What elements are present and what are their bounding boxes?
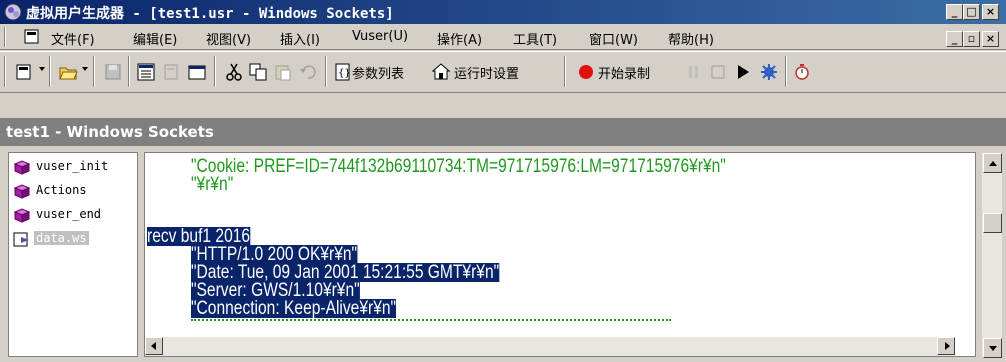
separator	[128, 56, 130, 87]
cube-icon	[13, 208, 31, 223]
scroll-left-button[interactable]	[145, 337, 163, 355]
parameter-list-icon[interactable]: {}	[333, 62, 353, 82]
tree-item-label: Actions	[36, 183, 87, 197]
window-icon[interactable]	[187, 62, 207, 82]
doc-icon	[24, 29, 39, 44]
data-file-icon	[13, 232, 29, 247]
tree-item-label: data.ws	[34, 231, 89, 245]
runtime-settings-button[interactable]: 运行时设置	[454, 63, 519, 82]
play-icon[interactable]	[733, 62, 753, 82]
close-button[interactable]: ×	[982, 4, 999, 20]
open-folder-icon[interactable]	[58, 62, 78, 82]
undo-icon[interactable]	[298, 62, 318, 82]
scroll-right-button[interactable]	[937, 337, 955, 355]
separator	[564, 56, 566, 87]
mdi-restore-button[interactable]: ▫	[963, 31, 980, 47]
menu-view[interactable]: 视图(V)	[206, 29, 251, 48]
mdi-minimize-button[interactable]: _	[946, 31, 963, 47]
script-view-icon[interactable]	[161, 62, 181, 82]
horizontal-scrollbar[interactable]	[145, 337, 955, 356]
toolbar: {} 参数列表 运行时设置 开始录制	[0, 51, 1006, 93]
parameter-list-button[interactable]: 参数列表	[352, 63, 404, 82]
script-tree: vuser_init Actions vuser_end data.ws	[8, 152, 138, 357]
runtime-settings-icon[interactable]	[431, 62, 451, 82]
clipped-code-line	[191, 319, 671, 327]
cut-icon[interactable]	[224, 62, 244, 82]
menu-file[interactable]: 文件(F)	[51, 29, 95, 48]
menu-insert[interactable]: 插入(I)	[280, 29, 320, 48]
menu-help[interactable]: 帮助(H)	[668, 29, 714, 48]
vertical-scrollbar[interactable]	[982, 153, 1002, 358]
copy-icon[interactable]	[248, 62, 268, 82]
arrow-right-icon	[945, 342, 950, 350]
cube-icon	[13, 160, 31, 175]
minimize-button[interactable]: _	[946, 4, 963, 20]
scroll-up-button[interactable]	[983, 153, 1002, 173]
scroll-down-button[interactable]	[983, 338, 1002, 358]
start-recording-button[interactable]: 开始录制	[598, 63, 650, 82]
arrow-down-icon	[989, 346, 997, 351]
separator	[214, 56, 216, 87]
arrow-left-icon	[151, 342, 156, 350]
svg-text:{}: {}	[338, 68, 351, 79]
stop-icon[interactable]	[708, 62, 728, 82]
tree-item-label: vuser_init	[36, 159, 109, 173]
tree-view-icon[interactable]	[136, 62, 156, 82]
menu-window[interactable]: 窗口(W)	[589, 29, 638, 48]
pause-icon[interactable]	[684, 62, 704, 82]
separator	[325, 56, 327, 87]
menu-actions[interactable]: 操作(A)	[437, 29, 482, 48]
arrow-up-icon	[989, 161, 997, 166]
tree-item-label: vuser_end	[36, 207, 102, 221]
record-icon[interactable]	[576, 62, 596, 82]
window-title: 虚拟用户生成器 - [test1.usr - Windows Sockets]	[26, 6, 394, 22]
cube-icon	[13, 184, 31, 199]
paste-icon[interactable]	[273, 62, 293, 82]
stopwatch-icon[interactable]	[792, 62, 812, 82]
menu-vuser[interactable]: Vuser(U)	[352, 29, 408, 44]
new-script-icon[interactable]	[14, 62, 34, 82]
chevron-down-icon[interactable]	[82, 67, 88, 71]
code-line: "Cookie: PREF=ID=744f132b69110734:TM=971…	[191, 156, 726, 177]
separator	[785, 56, 787, 87]
code-line-selected: "Connection: Keep-Alive¥r¥n"	[191, 298, 397, 319]
compile-icon[interactable]	[759, 62, 779, 82]
save-icon[interactable]	[103, 62, 123, 82]
title-bar[interactable]: 虚拟用户生成器 - [test1.usr - Windows Sockets] …	[0, 0, 1006, 24]
app-icon	[4, 3, 22, 21]
code-line: "¥r¥n"	[191, 174, 234, 195]
grip	[4, 27, 6, 47]
pane-header: test1 - Windows Sockets	[0, 118, 1006, 146]
separator	[93, 56, 95, 87]
menu-bar: 文件(F) 编辑(E) 视图(V) 插入(I) Vuser(U) 操作(A) 工…	[0, 25, 1006, 50]
menu-tools[interactable]: 工具(T)	[513, 29, 557, 48]
chevron-down-icon[interactable]	[39, 67, 45, 71]
separator	[49, 56, 51, 87]
pane-title: test1 - Windows Sockets	[6, 123, 214, 141]
menu-edit[interactable]: 编辑(E)	[133, 29, 177, 48]
script-editor[interactable]: "Cookie: PREF=ID=744f132b69110734:TM=971…	[144, 152, 976, 357]
scroll-thumb[interactable]	[983, 213, 1002, 233]
mdi-close-button[interactable]: ×	[982, 31, 999, 47]
maximize-button[interactable]: □	[963, 4, 980, 20]
grip	[4, 56, 6, 87]
